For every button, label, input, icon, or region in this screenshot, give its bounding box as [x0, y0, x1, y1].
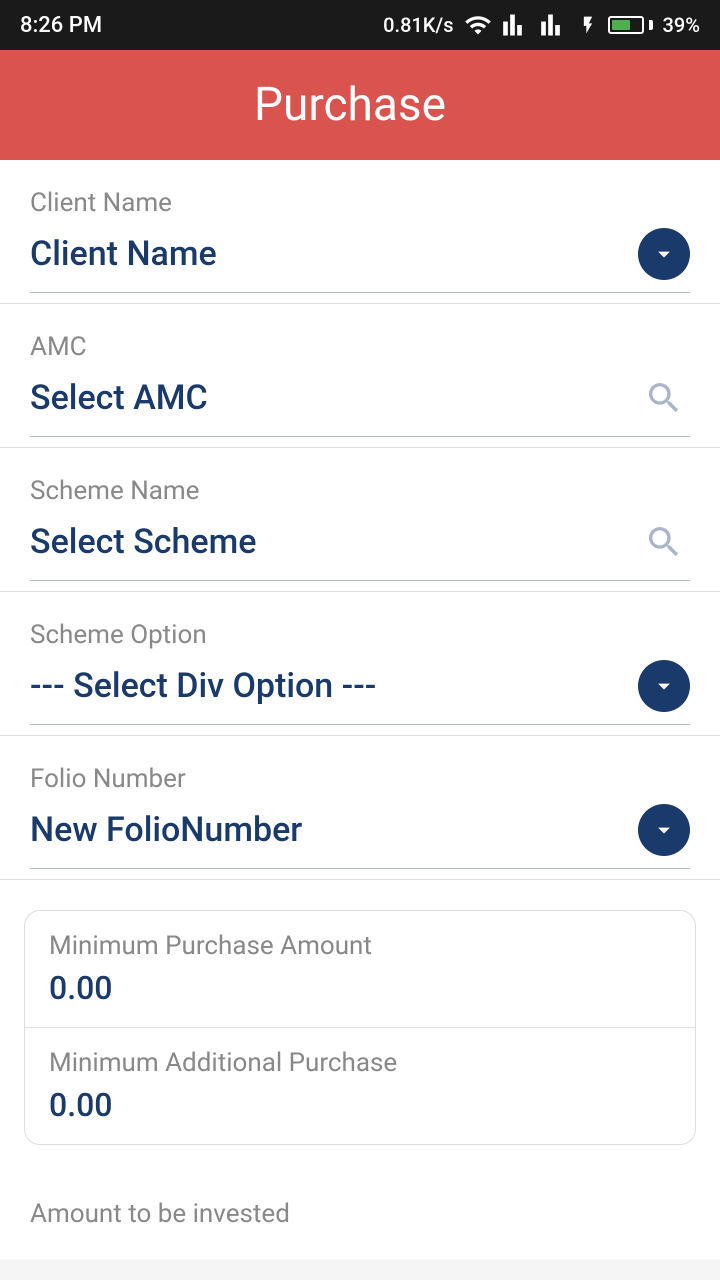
network-speed: 0.81K/s — [383, 13, 453, 37]
scheme-option-dropdown[interactable] — [638, 660, 690, 712]
scheme-search-button[interactable] — [638, 516, 690, 568]
min-purchase-label: Minimum Purchase Amount — [49, 931, 671, 961]
scheme-name-label: Scheme Name — [30, 476, 690, 506]
status-icons: 0.81K/s 39% — [383, 11, 700, 39]
amount-section: Amount to be invested — [0, 1175, 720, 1239]
scheme-name-value: Select Scheme — [30, 522, 256, 562]
amount-label: Amount to be invested — [30, 1199, 690, 1229]
min-purchase-value: 0.00 — [49, 969, 671, 1007]
battery-indicator — [608, 16, 653, 34]
info-card: Minimum Purchase Amount 0.00 Minimum Add… — [24, 910, 696, 1145]
client-name-label: Client Name — [30, 188, 690, 218]
search-icon — [644, 378, 684, 418]
client-name-value: Client Name — [30, 234, 217, 274]
signal-icon-2 — [540, 11, 568, 39]
folio-number-section: Folio Number New FolioNumber — [0, 736, 720, 880]
chevron-down-icon-scheme — [650, 672, 678, 700]
time-display: 8:26 PM — [20, 13, 102, 38]
folio-number-value: New FolioNumber — [30, 810, 302, 850]
scheme-option-label: Scheme Option — [30, 620, 690, 650]
min-additional-value: 0.00 — [49, 1086, 671, 1124]
amc-value: Select AMC — [30, 378, 208, 418]
scheme-option-value: --- Select Div Option --- — [30, 666, 376, 706]
amc-search-button[interactable] — [638, 372, 690, 424]
client-name-section: Client Name Client Name — [0, 160, 720, 304]
form-content: Client Name Client Name AMC Select AMC S… — [0, 160, 720, 1259]
amc-section: AMC Select AMC — [0, 304, 720, 448]
chevron-down-icon-folio — [650, 816, 678, 844]
scheme-name-section: Scheme Name Select Scheme — [0, 448, 720, 592]
page-title: Purchase — [44, 78, 656, 132]
folio-number-row: New FolioNumber — [30, 804, 690, 869]
wifi-icon — [464, 11, 492, 39]
min-purchase-row: Minimum Purchase Amount 0.00 — [25, 911, 695, 1027]
search-icon-scheme — [644, 522, 684, 562]
scheme-option-section: Scheme Option --- Select Div Option --- — [0, 592, 720, 736]
amc-row: Select AMC — [30, 372, 690, 437]
client-name-dropdown[interactable] — [638, 228, 690, 280]
battery-percent: 39% — [663, 13, 700, 37]
charging-icon — [578, 11, 598, 39]
folio-number-label: Folio Number — [30, 764, 690, 794]
chevron-down-icon — [650, 240, 678, 268]
app-bar: Purchase — [0, 50, 720, 160]
amc-label: AMC — [30, 332, 690, 362]
scheme-option-row: --- Select Div Option --- — [30, 660, 690, 725]
status-bar: 8:26 PM 0.81K/s 39% — [0, 0, 720, 50]
client-name-row: Client Name — [30, 228, 690, 293]
min-additional-label: Minimum Additional Purchase — [49, 1048, 671, 1078]
scheme-name-row: Select Scheme — [30, 516, 690, 581]
signal-icon — [502, 11, 530, 39]
folio-number-dropdown[interactable] — [638, 804, 690, 856]
min-additional-row: Minimum Additional Purchase 0.00 — [25, 1027, 695, 1144]
